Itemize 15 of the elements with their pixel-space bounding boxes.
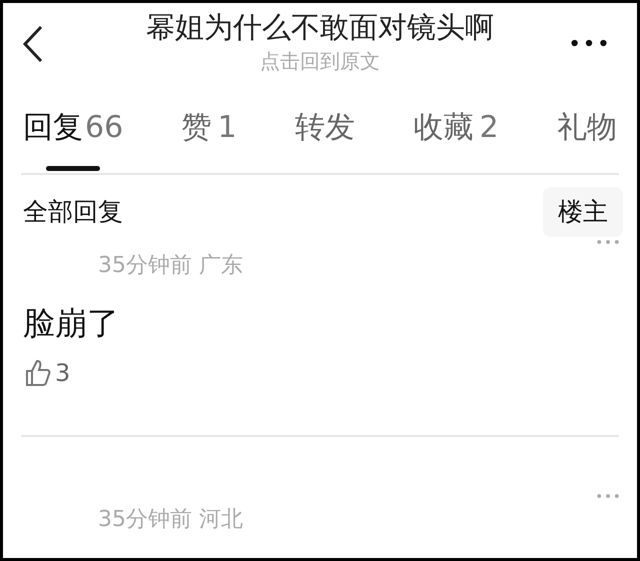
tab[interactable]: 收藏 2 xyxy=(414,108,499,171)
thumbs-up-icon[interactable] xyxy=(25,359,51,387)
tab[interactable]: 转发 xyxy=(295,108,356,171)
op-filter-button[interactable]: 楼主 xyxy=(543,187,623,237)
like-count: 3 xyxy=(55,358,70,389)
tab[interactable]: 赞 1 xyxy=(182,108,237,171)
more-icon[interactable] xyxy=(571,39,607,47)
comment-meta: 35分钟前 广东 xyxy=(97,252,244,280)
all-replies-label: 全部回复 xyxy=(23,196,123,228)
comment-meta: 35分钟前 河北 xyxy=(97,506,244,534)
tab[interactable]: 回复66 xyxy=(23,108,124,171)
tab[interactable]: 礼物 xyxy=(557,108,617,171)
post-title: 幂姐为什么不敢面对镜头啊 xyxy=(146,9,494,46)
back-icon[interactable] xyxy=(21,25,45,63)
comment-text: 脸崩了 xyxy=(22,303,120,344)
